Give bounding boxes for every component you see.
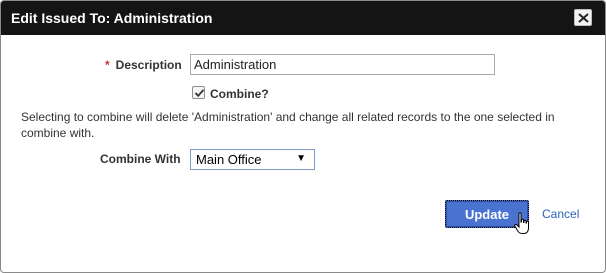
description-input[interactable] [190,54,495,75]
description-label-text: Description [115,58,182,72]
combine-with-select[interactable]: Main Office ▼ [190,149,315,170]
hand-pointer-cursor-icon [514,212,529,234]
dropdown-arrow-icon: ▼ [296,153,306,164]
dialog-title: Edit Issued To: Administration [11,10,213,26]
required-marker: * [105,58,110,72]
close-button[interactable] [574,9,592,26]
close-icon [578,13,589,23]
checkmark-icon [194,89,205,98]
dialog-titlebar: Edit Issued To: Administration [1,1,605,35]
combine-help-text: Selecting to combine will delete 'Admini… [21,110,555,140]
combine-checkbox[interactable] [192,86,205,99]
combine-with-label: Combine With [100,152,181,166]
combine-label: Combine? [210,87,269,101]
description-label: * Description [105,58,182,72]
combine-with-selected-value: Main Office [196,152,262,167]
cancel-link[interactable]: Cancel [542,207,579,221]
edit-issued-to-dialog: Edit Issued To: Administration * Descript… [0,0,606,273]
